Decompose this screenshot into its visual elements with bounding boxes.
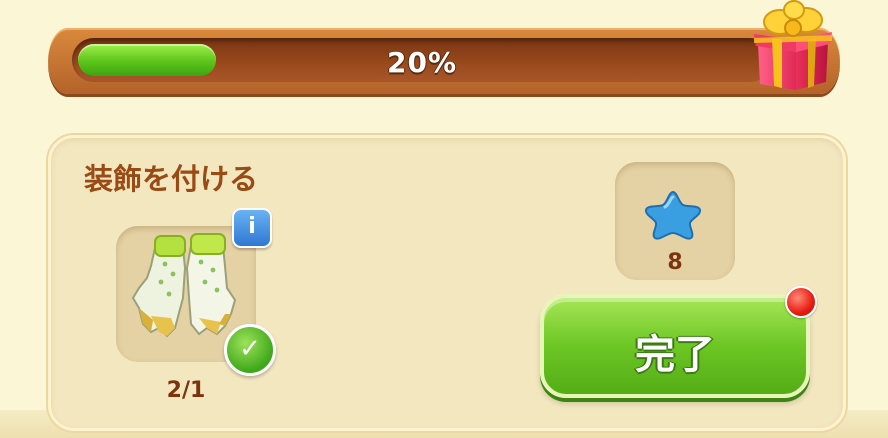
- gardening-gloves-icon: [131, 233, 237, 338]
- gift-box-icon[interactable]: [750, 0, 834, 92]
- progress-bar: 20%: [48, 28, 840, 94]
- progress-track: 20%: [72, 38, 772, 82]
- complete-button[interactable]: 完了: [540, 294, 810, 398]
- info-icon[interactable]: i: [232, 208, 272, 248]
- reward-amount: 8: [667, 250, 683, 275]
- checkmark-icon: ✓: [224, 324, 276, 376]
- item-count: 2/1: [166, 378, 206, 403]
- blue-star-icon: [644, 190, 702, 240]
- task-title: 装飾を付ける: [84, 162, 259, 196]
- red-dot-icon: [785, 286, 817, 318]
- complete-button-label: 完了: [635, 332, 715, 378]
- progress-label: 20%: [386, 46, 458, 79]
